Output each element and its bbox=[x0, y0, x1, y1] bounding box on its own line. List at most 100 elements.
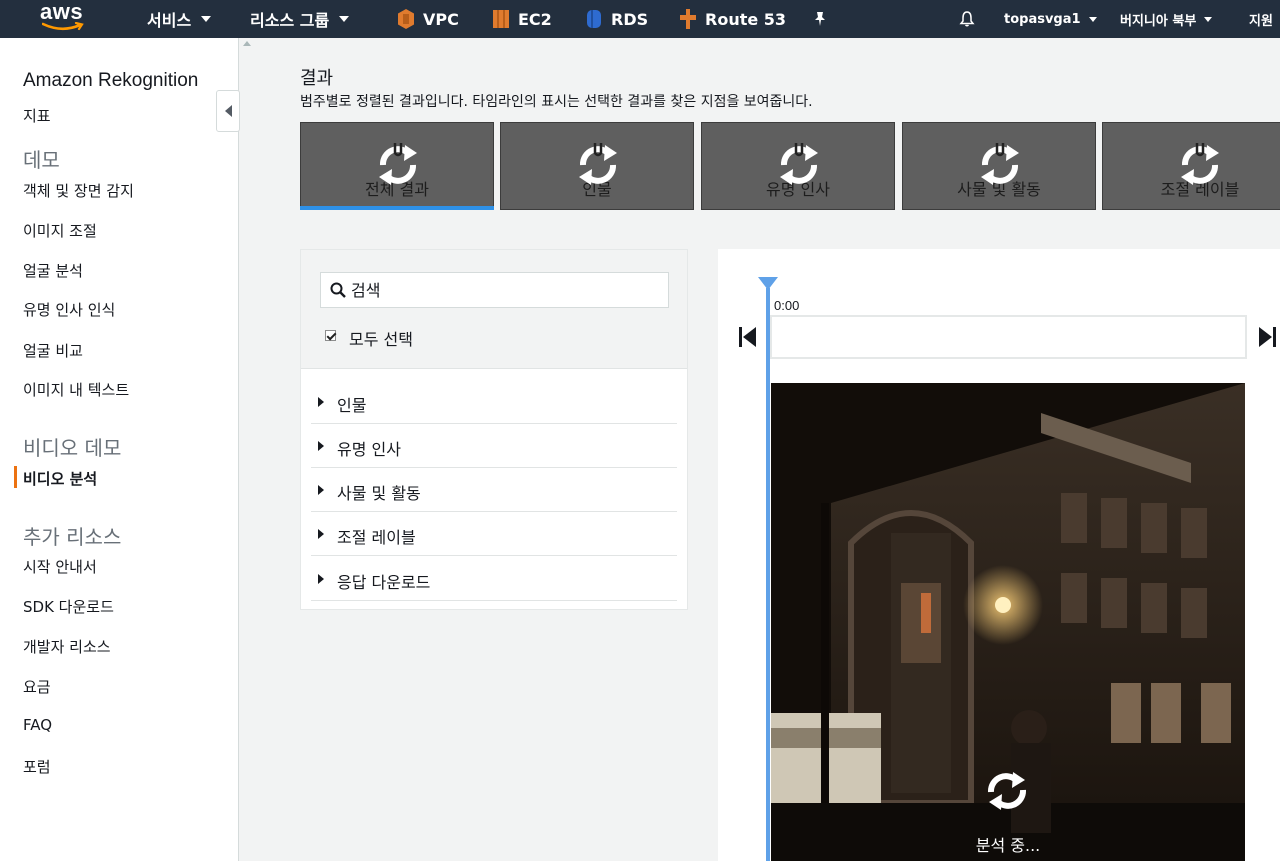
select-all-checkbox[interactable] bbox=[325, 330, 336, 341]
category-objects-activities[interactable]: 사물 및 활동 bbox=[311, 468, 677, 512]
shortcut-ec2[interactable]: EC2 bbox=[492, 0, 552, 38]
region-name: 버지니아 북부 bbox=[1120, 13, 1197, 29]
sidebar-item-video-analysis[interactable]: 비디오 분석 bbox=[23, 468, 97, 489]
pin-shortcuts-button[interactable] bbox=[812, 0, 828, 38]
chevron-down-icon bbox=[1204, 16, 1213, 22]
expand-triangle-icon bbox=[318, 485, 324, 495]
loading-spinner-icon bbox=[780, 143, 818, 185]
sidebar-item-celebrity[interactable]: 유명 인사 인식 bbox=[23, 299, 115, 320]
filter-header: 모두 선택 bbox=[301, 250, 687, 369]
shortcut-vpc-label: VPC bbox=[423, 9, 459, 29]
aws-logo[interactable]: aws bbox=[40, 0, 92, 34]
shortcut-rds-label: RDS bbox=[611, 9, 649, 29]
services-menu-label: 서비스 bbox=[147, 11, 192, 30]
tab-celebrities[interactable]: 유명 인사 bbox=[701, 122, 895, 210]
analyzing-status: 분석 중... bbox=[975, 836, 1041, 855]
sidebar-section-extra: 추가 리소스 bbox=[23, 525, 122, 549]
loading-spinner-icon bbox=[981, 143, 1019, 185]
expand-triangle-icon bbox=[318, 529, 324, 539]
sidebar-item-face-analysis[interactable]: 얼굴 분석 bbox=[23, 260, 83, 281]
search-input[interactable] bbox=[351, 273, 661, 307]
user-menu[interactable]: topasvga1 bbox=[1004, 0, 1097, 38]
support-menu[interactable]: 지원 bbox=[1249, 0, 1273, 38]
loading-spinner-icon bbox=[579, 143, 617, 185]
resource-groups-menu[interactable]: 리소스 그룹 bbox=[250, 0, 350, 38]
active-tab-indicator bbox=[300, 206, 494, 210]
collapse-sidebar-button[interactable] bbox=[216, 90, 240, 132]
bell-icon bbox=[959, 11, 975, 27]
video-preview[interactable]: 분석 중... bbox=[771, 383, 1245, 861]
shortcut-rds[interactable]: RDS bbox=[585, 0, 648, 38]
sidebar-item-faq[interactable]: FAQ bbox=[23, 716, 52, 734]
loading-spinner-icon bbox=[988, 772, 1026, 810]
expand-triangle-icon bbox=[318, 397, 324, 407]
category-download-response[interactable]: 응답 다운로드 bbox=[311, 557, 677, 601]
shortcut-route53-label: Route 53 bbox=[705, 9, 787, 29]
user-name: topasvga1 bbox=[1004, 11, 1081, 27]
select-all-label: 모두 선택 bbox=[349, 330, 413, 349]
active-indicator bbox=[14, 466, 17, 488]
tab-people[interactable]: 인물 bbox=[500, 122, 694, 210]
timeline-time-label: 0:00 bbox=[774, 298, 800, 313]
timeline-track[interactable] bbox=[770, 315, 1247, 359]
shortcut-route53[interactable]: Route 53 bbox=[679, 0, 786, 38]
vpc-icon bbox=[398, 9, 414, 29]
page-title: 결과 bbox=[300, 68, 334, 89]
sidebar-item-getting-started[interactable]: 시작 안내서 bbox=[23, 556, 97, 577]
expand-triangle-icon bbox=[318, 574, 324, 584]
sidebar-item-sdk-download[interactable]: SDK 다운로드 bbox=[23, 596, 114, 617]
rds-icon bbox=[587, 10, 601, 28]
pin-icon bbox=[815, 12, 825, 26]
aws-smile-icon bbox=[42, 22, 84, 31]
category-label: 유명 인사 bbox=[337, 440, 401, 459]
shortcut-vpc[interactable]: VPC bbox=[397, 0, 459, 38]
category-label: 사물 및 활동 bbox=[337, 484, 421, 503]
sidebar-item-text-in-image[interactable]: 이미지 내 텍스트 bbox=[23, 379, 129, 400]
loading-spinner-icon bbox=[379, 143, 417, 185]
search-box[interactable] bbox=[320, 272, 669, 308]
sidebar-section-demo: 데모 bbox=[23, 148, 60, 172]
sidebar-item-image-moderation[interactable]: 이미지 조절 bbox=[23, 220, 97, 241]
sidebar: Amazon Rekognition 지표 데모 객체 및 장면 감지 이미지 … bbox=[0, 38, 239, 861]
resource-groups-label: 리소스 그룹 bbox=[250, 11, 330, 30]
loading-spinner-icon bbox=[1181, 143, 1219, 185]
support-label: 지원 bbox=[1249, 13, 1273, 29]
sidebar-item-object-scene[interactable]: 객체 및 장면 감지 bbox=[23, 180, 134, 201]
category-celebrities[interactable]: 유명 인사 bbox=[311, 424, 677, 468]
route53-icon bbox=[680, 9, 696, 29]
shortcut-ec2-label: EC2 bbox=[518, 9, 552, 29]
timeline-playhead[interactable] bbox=[758, 277, 778, 290]
results-filter-panel: 모두 선택 인물 유명 인사 사물 및 활동 조절 레이블 응답 다운로드 bbox=[300, 249, 688, 610]
sidebar-item-face-compare[interactable]: 얼굴 비교 bbox=[23, 340, 83, 361]
chevron-down-icon bbox=[1088, 16, 1097, 22]
ec2-icon bbox=[493, 10, 509, 28]
tab-moderation-labels[interactable]: 조절 레이블 bbox=[1102, 122, 1280, 210]
sidebar-item-forum[interactable]: 포럼 bbox=[23, 756, 51, 777]
category-label: 인물 bbox=[337, 396, 367, 415]
region-menu[interactable]: 버지니아 북부 bbox=[1120, 0, 1213, 38]
sidebar-item-pricing[interactable]: 요금 bbox=[23, 676, 51, 697]
aws-logo-text: aws bbox=[40, 0, 84, 24]
skip-to-end-icon[interactable] bbox=[1258, 326, 1276, 348]
category-label: 응답 다운로드 bbox=[337, 573, 431, 592]
sidebar-title: Amazon Rekognition bbox=[23, 70, 199, 91]
search-icon bbox=[330, 282, 346, 298]
page-description: 범주별로 정렬된 결과입니다. 타임라인의 표시는 선택한 결과를 찾은 지점을… bbox=[300, 94, 813, 110]
skip-to-start-icon[interactable] bbox=[739, 326, 757, 348]
chevron-down-icon bbox=[339, 16, 350, 22]
scroll-up-arrow[interactable] bbox=[243, 41, 251, 46]
chevron-left-icon bbox=[224, 105, 232, 117]
expand-triangle-icon bbox=[318, 441, 324, 451]
top-navigation-bar: aws 서비스 리소스 그룹 VPC EC2 RDS Route 53 topa… bbox=[0, 0, 1280, 38]
tab-objects-activities[interactable]: 사물 및 활동 bbox=[902, 122, 1096, 210]
category-people[interactable]: 인물 bbox=[311, 380, 677, 424]
notifications-button[interactable] bbox=[958, 0, 976, 38]
tab-all-results[interactable]: 전체 결과 bbox=[300, 122, 494, 210]
services-menu[interactable]: 서비스 bbox=[147, 0, 212, 38]
sidebar-section-video-demo: 비디오 데모 bbox=[23, 436, 122, 460]
category-moderation-labels[interactable]: 조절 레이블 bbox=[311, 512, 677, 556]
sidebar-item-developer-resources[interactable]: 개발자 리소스 bbox=[23, 636, 111, 657]
category-label: 조절 레이블 bbox=[337, 528, 416, 547]
sidebar-item-metrics[interactable]: 지표 bbox=[23, 105, 51, 126]
chevron-down-icon bbox=[201, 16, 212, 22]
